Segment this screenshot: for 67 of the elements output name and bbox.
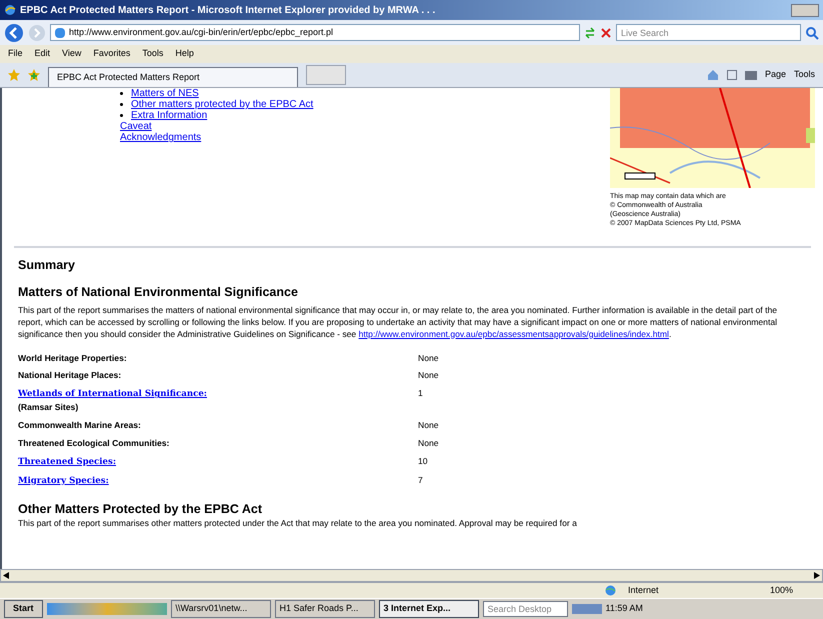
matter-count: 1 <box>418 387 423 400</box>
contents-link[interactable]: Caveat <box>120 121 152 132</box>
matter-count: None <box>418 352 439 364</box>
matter-link[interactable]: Wetlands of International Significance: <box>18 389 207 400</box>
bullet-icon <box>120 114 123 117</box>
address-field[interactable]: http://www.environment.gov.au/cgi-bin/erin/ert/epbc/epbc_report.pl <box>50 24 580 41</box>
matter-label: National Heritage Places: <box>18 370 122 380</box>
contents-link[interactable]: Extra Information <box>131 110 208 121</box>
bullet-icon <box>120 92 123 95</box>
print-icon[interactable] <box>744 70 757 80</box>
menu-item[interactable]: File <box>8 47 23 61</box>
scroll-right-icon[interactable] <box>814 572 820 579</box>
matter-label: Threatened Ecological Communities: <box>18 438 170 448</box>
menu-item[interactable]: View <box>62 47 82 61</box>
menu-item[interactable]: Help <box>175 47 194 61</box>
desktop-search-field[interactable]: Search Desktop <box>482 601 568 617</box>
matter-link[interactable]: Migratory Species: <box>18 476 109 486</box>
back-icon[interactable] <box>4 22 24 42</box>
menu-item[interactable]: Favorites <box>93 47 130 61</box>
bullet-icon <box>120 103 123 106</box>
favorites-star-icon[interactable] <box>8 69 20 81</box>
zoom-level[interactable]: 100% <box>770 584 815 598</box>
refresh-icon[interactable] <box>584 26 596 38</box>
matter-label: World Heritage Properties: <box>18 352 127 362</box>
matter-label: Commonwealth Marine Areas: <box>18 420 141 430</box>
home-icon[interactable] <box>706 69 719 81</box>
feeds-icon[interactable] <box>726 70 737 80</box>
taskbar-button[interactable]: \\Warsrv01\netw... <box>170 600 271 618</box>
close-icon[interactable] <box>600 26 612 38</box>
matter-count: None <box>418 436 439 450</box>
guidelines-link[interactable]: http://www.environment.gov.au/epbc/assessmentsapprovals/guidelines/index.html <box>358 328 669 338</box>
contents-link[interactable]: Acknowledgments <box>120 132 202 143</box>
start-button[interactable]: Start <box>4 600 43 618</box>
scroll-left-icon[interactable] <box>3 572 9 579</box>
horizontal-scrollbar[interactable] <box>0 569 823 582</box>
matter-count: None <box>418 369 439 382</box>
search-field[interactable]: Live Search <box>616 24 801 41</box>
matter-note: (Ramsar Sites) <box>18 401 80 414</box>
window-controls-icon[interactable] <box>791 4 819 16</box>
menu-item[interactable]: Edit <box>34 47 50 61</box>
quick-launch-icon[interactable] <box>46 603 167 615</box>
intro-paragraph: This part of the report summarises the matters of national environmental significance that may occur in, or may relate to, the area you nominated. Further information is available in the detail part of the report, which can be accessed by scrolling or following the links below. If you are proposing to undertake an activity that may have a significant impact on one or more matters of national environmental significance then you should consider the Administrative Guidelines on Significance - see http://www.environment.gov.au/epbc/assessmentsapprovals/guidelines/index.html. <box>18 304 778 340</box>
section-heading: Other Matters Protected by the EPBC Act <box>18 500 264 518</box>
matter-count: None <box>418 419 439 432</box>
contents-link[interactable]: Matters of NES <box>131 88 199 99</box>
search-icon[interactable] <box>805 26 819 40</box>
window-title: EPBC Act Protected Matters Report - Microsoft Internet Explorer provided by MRWA . . . <box>20 4 436 18</box>
intro-paragraph: This part of the report summarises other matters protected under the Act that may relate to the area you nominated. Approval may be required for a <box>18 518 578 530</box>
browser-icon <box>4 4 16 16</box>
browser-tab[interactable]: EPBC Act Protected Matters Report <box>48 67 298 87</box>
new-tab-button[interactable] <box>306 65 346 85</box>
command-button[interactable]: Tools <box>794 68 815 82</box>
security-zone: Internet <box>628 584 660 597</box>
command-button[interactable]: Page <box>764 68 786 82</box>
matter-count: 7 <box>418 474 423 487</box>
globe-icon <box>605 585 616 596</box>
tray-icon <box>572 604 602 614</box>
matter-count: 10 <box>418 454 428 468</box>
section-heading: Matters of National Environmental Significance <box>18 284 299 301</box>
summary-heading: Summary <box>18 257 76 274</box>
contents-link[interactable]: Other matters protected by the EPBC Act <box>131 99 314 110</box>
clock: 11:59 AM <box>606 602 643 616</box>
add-favorite-icon[interactable] <box>28 69 40 81</box>
taskbar-button[interactable]: 3 Internet Exp... <box>378 600 479 618</box>
taskbar-button[interactable]: H1 Safer Roads P... <box>274 600 375 618</box>
matter-link[interactable]: Threatened Species: <box>18 456 116 467</box>
menu-item[interactable]: Tools <box>142 47 164 61</box>
